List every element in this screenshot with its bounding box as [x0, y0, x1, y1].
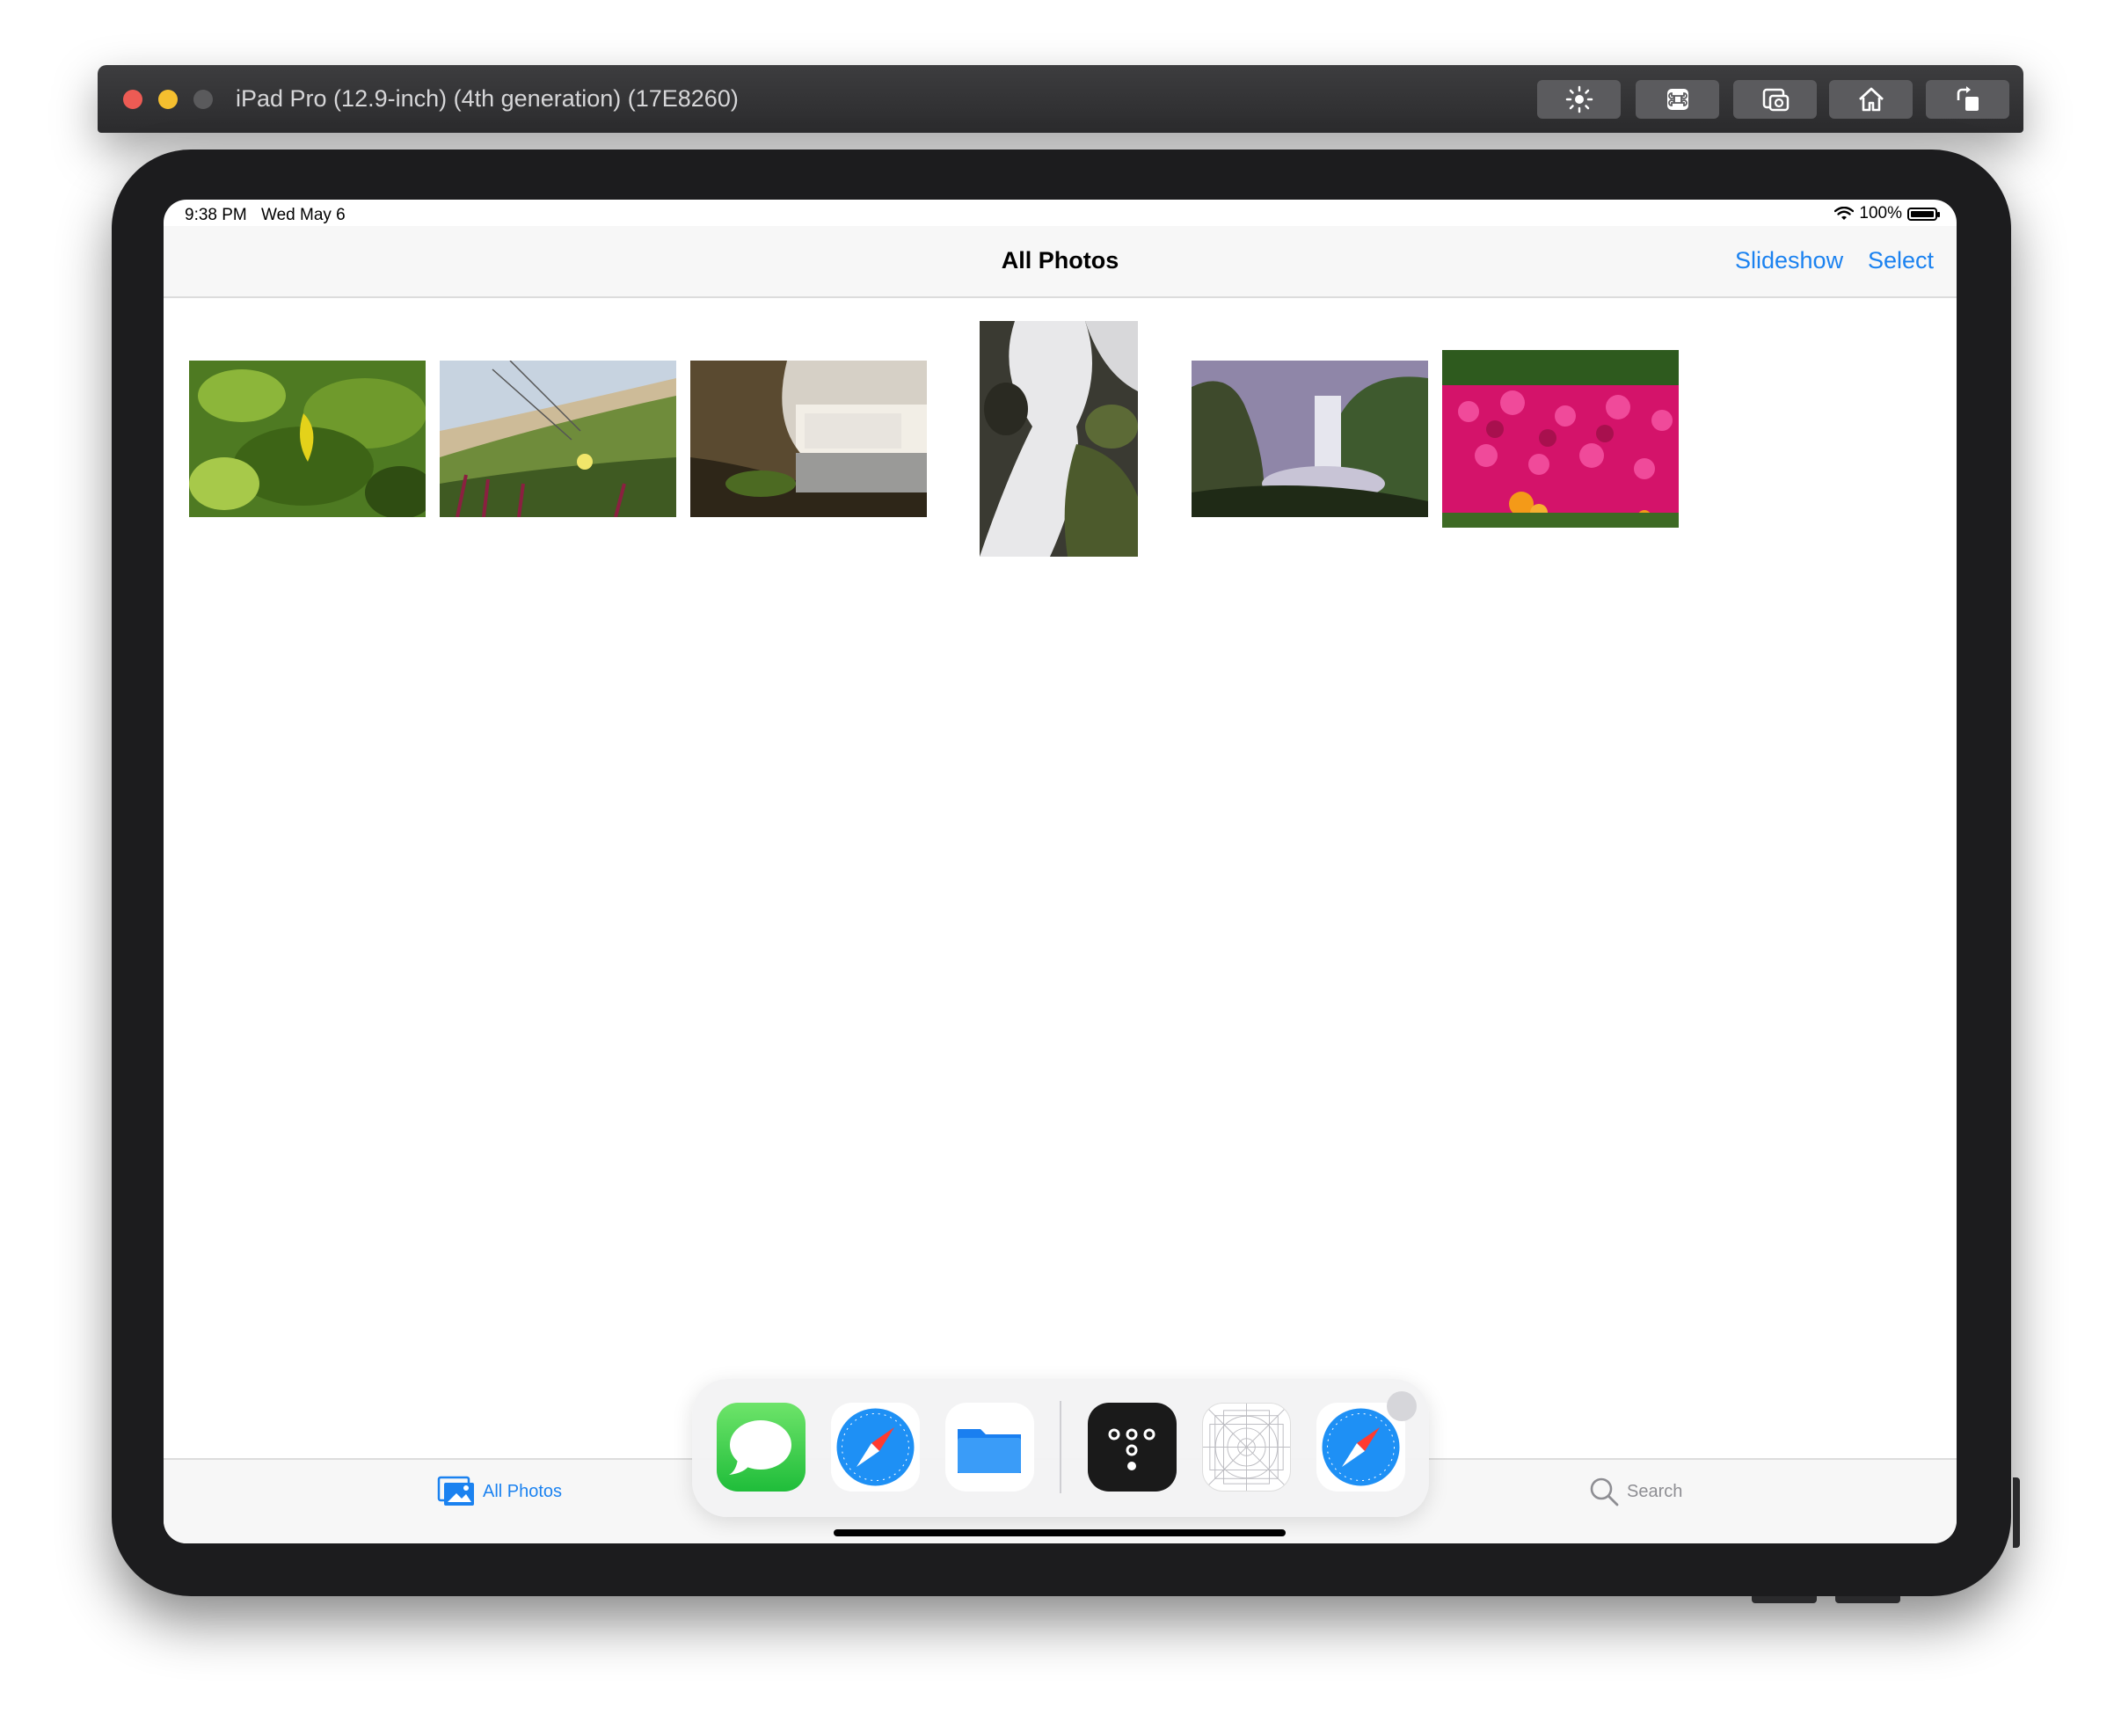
dots-app[interactable] [1088, 1403, 1177, 1492]
photo-skogafoss-image [1192, 361, 1428, 517]
photo-dune-image [440, 361, 676, 517]
status-date: Wed May 6 [261, 206, 346, 224]
files-icon [958, 1429, 1021, 1473]
ipad-screen: 9:38 PM Wed May 6 100% All Photos Slides… [164, 200, 1957, 1543]
screenshot-button[interactable] [1733, 80, 1817, 119]
photo-thumbnail[interactable] [690, 361, 927, 517]
select-button[interactable]: Select [1868, 247, 1934, 274]
recent-app-badge [1387, 1391, 1417, 1421]
command-key-button[interactable] [1636, 80, 1719, 119]
photo-thumbnail[interactable] [440, 361, 676, 517]
volume-down-button[interactable] [1835, 1596, 1900, 1603]
files-app[interactable] [945, 1403, 1034, 1492]
messages-app[interactable] [717, 1403, 806, 1492]
page-title: All Photos [1001, 247, 1119, 274]
wifi-icon [1834, 207, 1855, 220]
safari-app[interactable] [831, 1403, 920, 1492]
rotate-icon [1957, 86, 1979, 111]
home-indicator[interactable] [834, 1529, 1286, 1536]
photo-thumbnail[interactable] [1442, 350, 1679, 528]
minimize-window-button[interactable] [158, 90, 178, 109]
close-window-button[interactable] [123, 90, 142, 109]
brightness-icon [1565, 85, 1593, 113]
zoom-window-button[interactable] [193, 90, 213, 109]
battery-icon [1907, 207, 1940, 221]
photo-thumbnail[interactable] [189, 361, 426, 517]
tab-search[interactable]: Search [1588, 1476, 1682, 1507]
safari-icon [836, 1408, 915, 1486]
photos-stack-icon [437, 1476, 474, 1506]
device-side-button[interactable] [2013, 1477, 2020, 1548]
battery-level [1911, 210, 1934, 217]
status-time: 9:38 PM [185, 206, 247, 224]
simulator-title: iPad Pro (12.9-inch) (4th generation) (1… [236, 85, 739, 112]
volume-up-button[interactable] [1752, 1596, 1817, 1603]
photo-flowers-image [1442, 350, 1679, 528]
slideshow-button[interactable]: Slideshow [1735, 247, 1843, 274]
photo-leaves-image [189, 361, 426, 517]
command-key-icon [1666, 89, 1688, 110]
app-placeholder-icon [1203, 1404, 1290, 1491]
status-right: 100% [1834, 204, 1940, 223]
home-icon [1858, 87, 1884, 112]
tab-all-photos-label: All Photos [483, 1481, 563, 1501]
simulator-toolbar: iPad Pro (12.9-inch) (4th generation) (1… [98, 65, 2023, 133]
messages-icon [729, 1420, 791, 1475]
photo-thumbnail[interactable] [1192, 361, 1428, 517]
dock [692, 1379, 1429, 1517]
photo-thumbnail[interactable] [980, 321, 1138, 557]
navigation-bar: All Photos Slideshow Select [164, 226, 1957, 298]
photo-waterfall-cliff-image [690, 361, 927, 517]
brightness-button[interactable] [1537, 80, 1621, 119]
search-icon [1590, 1477, 1619, 1506]
placeholder-app[interactable] [1202, 1403, 1291, 1492]
tab-all-photos[interactable]: All Photos [437, 1476, 562, 1507]
battery-percent: 100% [1859, 204, 1902, 222]
photo-cascade-image [980, 321, 1138, 557]
app-dots-icon [1108, 1428, 1155, 1470]
status-bar: 9:38 PM Wed May 6 100% [164, 200, 1957, 226]
rotate-button[interactable] [1926, 80, 2009, 119]
dock-divider [1060, 1401, 1061, 1493]
screenshot-icon [1762, 88, 1789, 112]
tab-search-label: Search [1627, 1481, 1683, 1501]
home-button[interactable] [1829, 80, 1913, 119]
